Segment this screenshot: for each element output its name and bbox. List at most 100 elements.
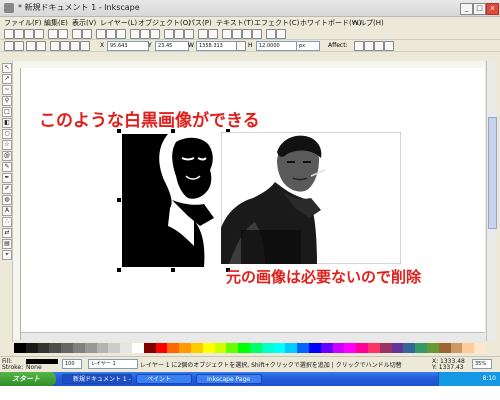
palette-swatch[interactable]	[143, 343, 156, 353]
palette-swatch[interactable]	[37, 343, 50, 353]
undo-icon[interactable]	[72, 29, 82, 39]
palette-swatch[interactable]	[462, 343, 475, 353]
maximize-button[interactable]: □	[473, 3, 486, 15]
traced-bw-image[interactable]	[116, 128, 231, 273]
palette-swatch[interactable]	[415, 343, 428, 353]
palette-swatch[interactable]	[226, 343, 239, 353]
menu-file[interactable]: ファイル(F)	[4, 18, 42, 28]
redo-icon[interactable]	[82, 29, 92, 39]
palette-swatch[interactable]	[356, 343, 369, 353]
y-field[interactable]: 23.45	[155, 41, 189, 51]
palette-swatch[interactable]	[250, 343, 262, 353]
lower-icon[interactable]	[70, 41, 80, 51]
align-icon[interactable]	[252, 29, 262, 39]
stroke-indicator[interactable]: None	[26, 364, 42, 371]
palette-swatch[interactable]	[120, 343, 133, 353]
menu-path[interactable]: パス(P)	[188, 18, 212, 28]
palette-swatch[interactable]	[297, 343, 310, 353]
spiral-tool-icon[interactable]: @	[2, 151, 12, 161]
save-icon[interactable]	[24, 29, 34, 39]
menu-view[interactable]: 表示(V)	[72, 18, 96, 28]
vertical-scroll-thumb[interactable]	[488, 117, 497, 229]
pencil-tool-icon[interactable]: ✎	[2, 162, 12, 172]
move-gradients-icon[interactable]	[374, 41, 384, 51]
selector-tool-icon[interactable]: ↖	[2, 63, 12, 73]
original-photo-image[interactable]	[221, 132, 401, 264]
zoom-drawing-icon[interactable]	[140, 29, 150, 39]
palette-swatch[interactable]	[438, 343, 451, 353]
zoom-tool-icon[interactable]: ⚲	[2, 96, 12, 106]
vertical-ruler[interactable]	[13, 68, 21, 340]
paste-icon[interactable]	[116, 29, 126, 39]
palette-swatch[interactable]	[261, 343, 274, 353]
palette-swatch[interactable]	[61, 343, 74, 353]
rotate-ccw-icon[interactable]	[4, 41, 14, 51]
palette-swatch[interactable]	[179, 343, 192, 353]
text-tool-icon[interactable]: A	[2, 206, 12, 216]
node-tool-icon[interactable]: ↗	[2, 74, 12, 84]
palette-swatch[interactable]	[344, 343, 357, 353]
opacity-field[interactable]: 100	[62, 359, 82, 369]
zoom-page-icon[interactable]	[150, 29, 160, 39]
h-field[interactable]: 12.0000	[256, 41, 298, 51]
palette-swatch[interactable]	[25, 343, 38, 353]
task-browser[interactable]: Inkscape Page	[196, 374, 262, 384]
palette-swatch[interactable]	[108, 343, 121, 353]
calligraphy-tool-icon[interactable]: ✐	[2, 184, 12, 194]
palette-swatch[interactable]	[167, 343, 180, 353]
units-select[interactable]: px	[296, 41, 320, 51]
w-field[interactable]: 1358.313	[196, 41, 238, 51]
document-properties-icon[interactable]	[276, 29, 286, 39]
move-patterns-icon[interactable]	[384, 41, 394, 51]
flip-horizontal-icon[interactable]	[26, 41, 36, 51]
palette-swatch[interactable]	[285, 343, 298, 353]
task-inkscape[interactable]: 新規ドキュメント 1 - ...	[62, 374, 132, 384]
palette-swatch[interactable]	[320, 343, 333, 353]
ellipse-tool-icon[interactable]: ○	[2, 129, 12, 139]
group-icon[interactable]	[198, 29, 208, 39]
paint-bucket-tool-icon[interactable]: ◍	[2, 195, 12, 205]
rotate-cw-icon[interactable]	[14, 41, 24, 51]
menu-edit[interactable]: 編集(E)	[44, 18, 68, 28]
palette-swatch[interactable]	[273, 343, 286, 353]
palette-swatch[interactable]	[368, 343, 380, 353]
scale-corners-icon[interactable]	[364, 41, 374, 51]
box3d-tool-icon[interactable]: ◧	[2, 118, 12, 128]
menu-layer[interactable]: レイヤー(L)	[100, 18, 137, 28]
drawing-canvas[interactable]: このような白黒画像ができる 元の画像は必要ないので削除	[21, 68, 485, 340]
spray-tool-icon[interactable]: ∴	[2, 217, 12, 227]
palette-swatch[interactable]	[155, 343, 168, 353]
palette-swatch[interactable]	[238, 343, 251, 353]
clone-icon[interactable]	[174, 29, 184, 39]
raise-to-top-icon[interactable]	[50, 41, 60, 51]
menu-object[interactable]: オブジェクト(O)	[138, 18, 191, 28]
palette-swatch[interactable]	[14, 343, 26, 353]
star-tool-icon[interactable]: ☆	[2, 140, 12, 150]
palette-swatch[interactable]	[84, 343, 97, 353]
print-icon[interactable]	[34, 29, 44, 39]
preferences-icon[interactable]	[266, 29, 276, 39]
unlink-clone-icon[interactable]	[184, 29, 194, 39]
layer-select[interactable]: レイヤー 1	[88, 359, 138, 369]
palette-swatch[interactable]	[214, 343, 227, 353]
start-button[interactable]: スタート	[0, 372, 56, 386]
cut-icon[interactable]	[106, 29, 116, 39]
palette-swatch[interactable]	[332, 343, 345, 353]
lock-icon[interactable]	[236, 41, 246, 51]
connector-tool-icon[interactable]: ⇄	[2, 228, 12, 238]
menu-text[interactable]: テキスト(T)	[216, 18, 254, 28]
palette-swatch[interactable]	[49, 343, 62, 353]
palette-swatch[interactable]	[403, 343, 416, 353]
palette-swatch[interactable]	[191, 343, 203, 353]
fill-stroke-icon[interactable]	[222, 29, 232, 39]
dropper-tool-icon[interactable]: ⌖	[2, 250, 12, 260]
palette-swatch[interactable]	[73, 343, 85, 353]
raise-icon[interactable]	[60, 41, 70, 51]
palette-swatch[interactable]	[202, 343, 215, 353]
text-font-icon[interactable]	[232, 29, 242, 39]
task-paint[interactable]: ペイント	[136, 374, 192, 384]
tweak-tool-icon[interactable]: ~	[2, 85, 12, 95]
import-icon[interactable]	[48, 29, 58, 39]
palette-swatch[interactable]	[427, 343, 439, 353]
export-icon[interactable]	[58, 29, 68, 39]
